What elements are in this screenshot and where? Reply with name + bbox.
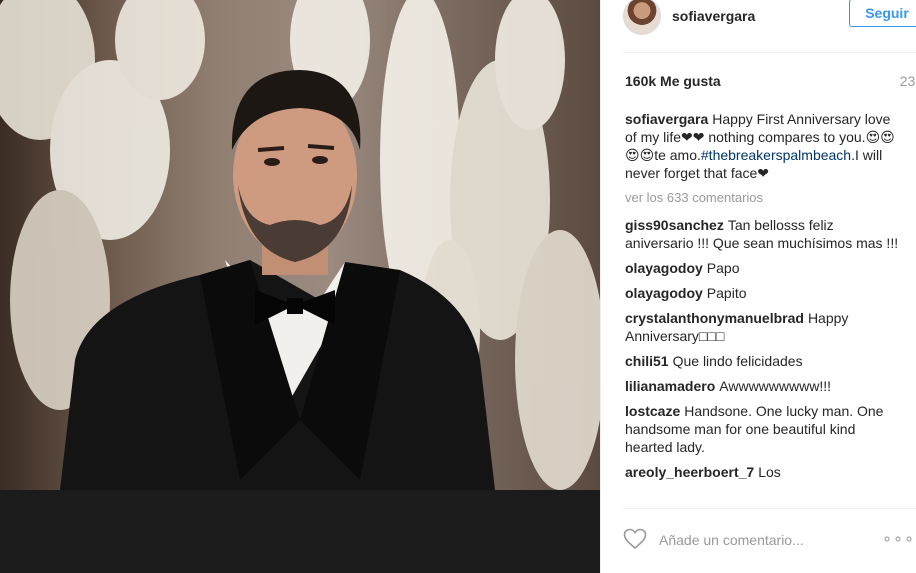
post-username[interactable]: sofiavergara bbox=[672, 8, 755, 24]
photo-bottom-bar bbox=[0, 490, 600, 573]
post-header: sofiavergara Seguir bbox=[601, 0, 916, 52]
comment-username[interactable]: chili51 bbox=[625, 353, 669, 369]
photo-illustration bbox=[0, 0, 600, 490]
comment-username[interactable]: giss90sanchez bbox=[625, 217, 724, 233]
avatar[interactable] bbox=[623, 0, 661, 35]
comment-item: crystalanthonymanuelbrad Happy Anniversar… bbox=[625, 309, 901, 345]
comment-username[interactable]: olayagodoy bbox=[625, 260, 703, 276]
likes-count[interactable]: 160k Me gusta bbox=[625, 73, 721, 89]
comment-text: Papito bbox=[706, 285, 747, 301]
comment-item: olayagodoy Papo bbox=[625, 259, 901, 277]
likes-row: 160k Me gusta 23 h bbox=[625, 72, 916, 90]
comment-item: olayagodoy Papito bbox=[625, 284, 901, 302]
post-photo[interactable] bbox=[0, 0, 600, 490]
header-divider bbox=[623, 52, 916, 53]
comment-input[interactable] bbox=[659, 532, 859, 548]
post-sidebar: sofiavergara Seguir 160k Me gusta 23 h s… bbox=[600, 0, 916, 573]
comments-list[interactable]: sofiavergara Happy First Anniversary love… bbox=[625, 110, 901, 510]
comment-footer: ∘∘∘ bbox=[623, 520, 916, 560]
comment-username[interactable]: areoly_heerboert_7 bbox=[625, 464, 754, 480]
post-image-pane bbox=[0, 0, 600, 573]
comment-text: Papo bbox=[706, 260, 740, 276]
comment-username[interactable]: crystalanthonymanuelbrad bbox=[625, 310, 804, 326]
footer-divider bbox=[623, 508, 916, 509]
comment-item: lostcaze Handsone. One lucky man. One han… bbox=[625, 402, 901, 456]
caption: sofiavergara Happy First Anniversary love… bbox=[625, 110, 901, 182]
caption-username[interactable]: sofiavergara bbox=[625, 111, 708, 127]
view-all-comments-link[interactable]: ver los 633 comentarios bbox=[625, 189, 901, 207]
comment-username[interactable]: lostcaze bbox=[625, 403, 680, 419]
comment-item: areoly_heerboert_7 Los bbox=[625, 463, 901, 481]
comment-username[interactable]: lilianamadero bbox=[625, 378, 715, 394]
comment-item: giss90sanchez Tan bellosss feliz aniversa… bbox=[625, 216, 901, 252]
comment-text: Awwwwwwwww!!! bbox=[719, 378, 832, 394]
post-time[interactable]: 23 h bbox=[900, 73, 916, 89]
comment-username[interactable]: olayagodoy bbox=[625, 285, 703, 301]
comment-text: Que lindo felicidades bbox=[672, 353, 803, 369]
more-options-icon[interactable]: ∘∘∘ bbox=[882, 532, 915, 548]
comment-item: chili51 Que lindo felicidades bbox=[625, 352, 901, 370]
comment-text: Los bbox=[758, 464, 781, 480]
caption-hashtag[interactable]: #thebreakerspalmbeach bbox=[701, 147, 851, 163]
comment-item: lilianamadero Awwwwwwwww!!! bbox=[625, 377, 901, 395]
heart-icon[interactable] bbox=[623, 528, 649, 552]
follow-button[interactable]: Seguir bbox=[849, 0, 916, 27]
